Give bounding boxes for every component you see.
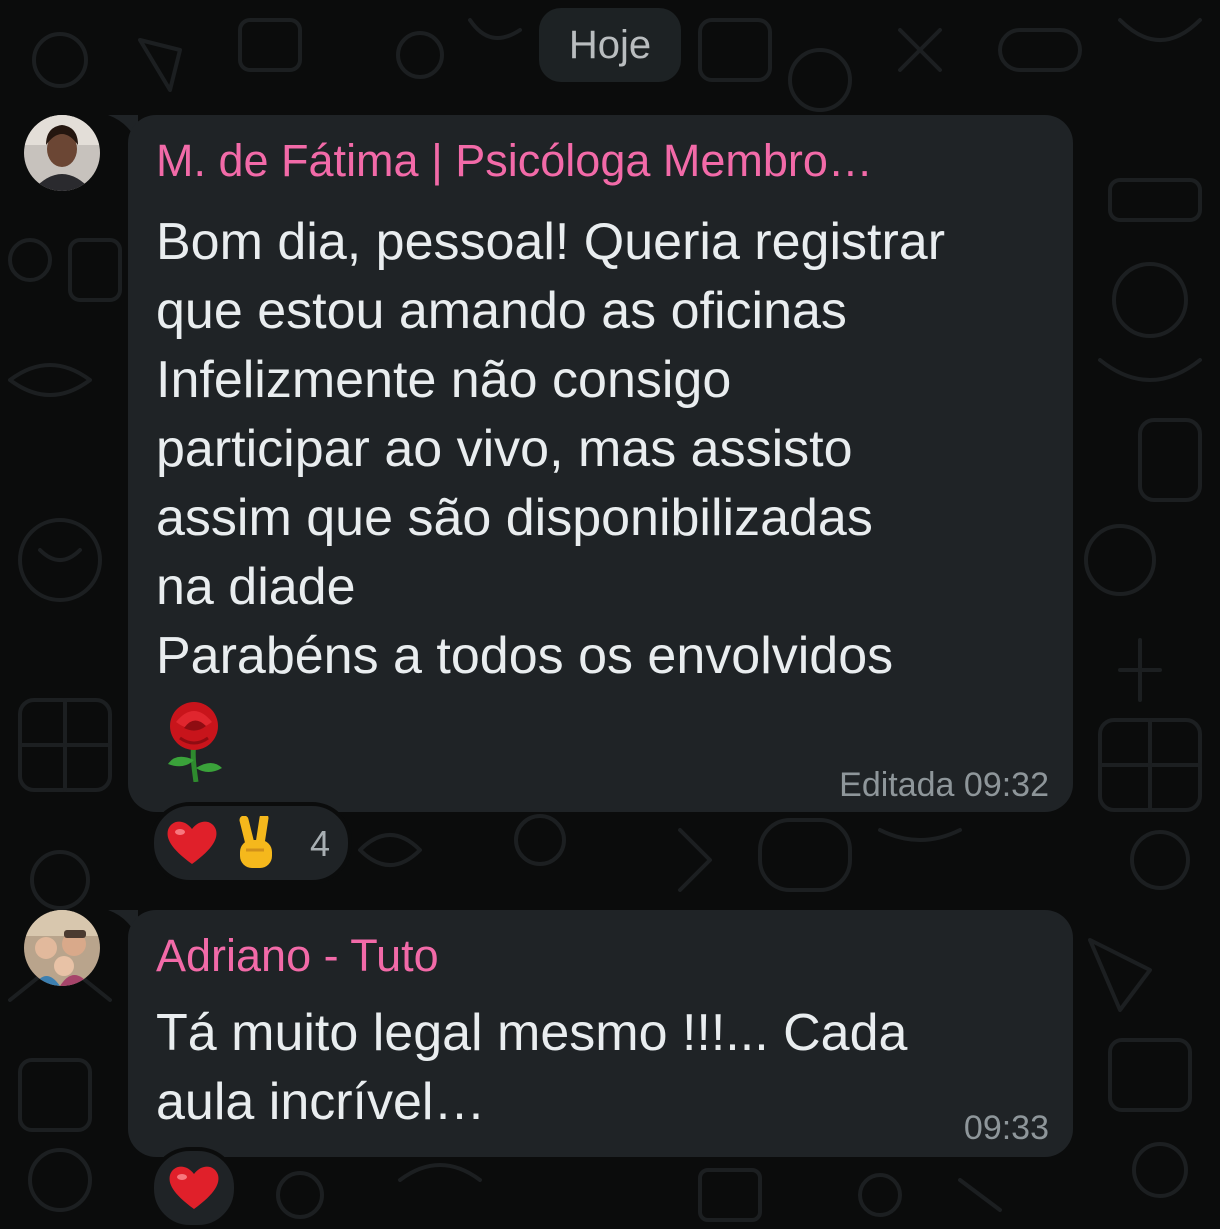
sender-avatar[interactable] [24,115,100,191]
rose-icon [168,702,222,782]
message-timestamp: Editada 09:32 [839,766,1049,804]
sender-avatar[interactable] [24,910,100,986]
message-text: Bom dia, pessoal! Queria registrar que e… [156,213,946,685]
message-bubble[interactable]: M. de Fátima | Psicóloga Membro… Bom dia… [128,115,1073,812]
message-timestamp: 09:33 [963,1109,1049,1147]
reaction-count: 4 [310,823,331,864]
sender-name[interactable]: Adriano - Tuto [156,930,439,982]
avatar-photo-icon [24,115,100,191]
avatar-photo-icon [24,910,100,986]
message-text: Tá muito legal mesmo !!!... Cada aula in… [156,1004,908,1131]
sender-name[interactable]: M. de Fátima | Psicóloga Membro… [156,135,873,187]
heart-icon [168,1163,220,1220]
message-bubble[interactable]: Adriano - Tuto Tá muito legal mesmo !!!.… [128,910,1073,1157]
reactions-pill[interactable] [150,1147,238,1229]
reactions-pill[interactable]: 4 [150,802,352,884]
heart-icon [166,818,218,875]
date-separator: Hoje [539,8,681,82]
victory-hand-icon [234,813,280,879]
